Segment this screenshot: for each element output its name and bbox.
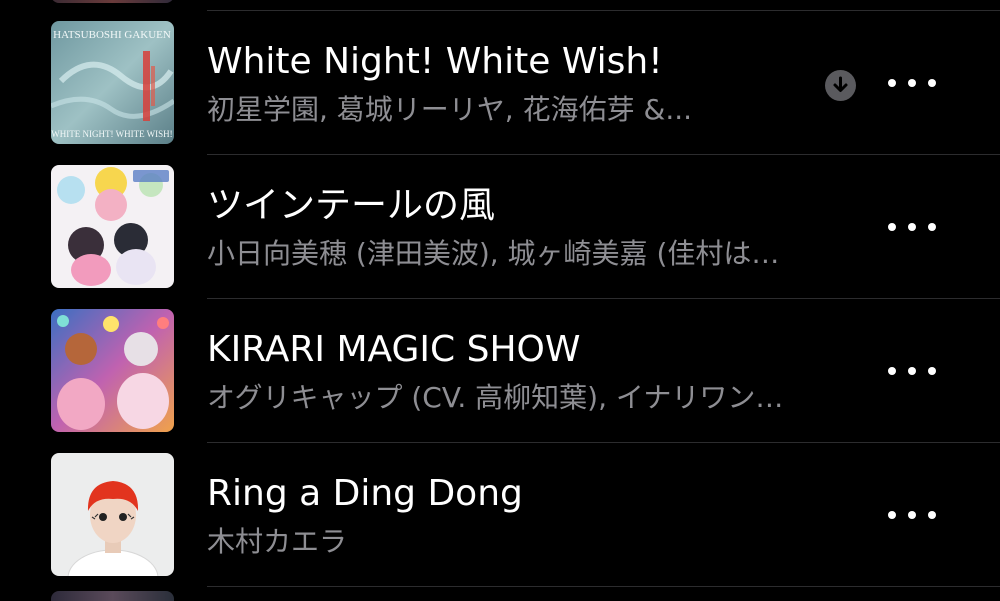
artwork-text-top: HATSUBOSHI GAKUEN (53, 29, 171, 41)
album-cover-kirari (51, 309, 174, 432)
song-title: KIRARI MAGIC SHOW (207, 329, 581, 370)
song-row[interactable]: ツインテールの風 小日向美穂 (津田美波), 城ヶ崎美嘉 (佳村は… (0, 155, 1000, 299)
more-options-button[interactable] (888, 500, 936, 530)
song-artist: 木村カエラ (207, 525, 348, 558)
album-cover-white-night: HATSUBOSHI GAKUEN WHITE NIGHT! WHITE WIS… (51, 21, 174, 144)
song-artist: オグリキャップ (CV. 高柳知葉), イナリワン… (207, 381, 784, 414)
song-list: HATSUBOSHI GAKUEN WHITE NIGHT! WHITE WIS… (0, 0, 1000, 601)
album-artwork[interactable] (51, 453, 174, 576)
album-artwork[interactable] (51, 165, 174, 288)
artwork-text-bottom: WHITE NIGHT! WHITE WISH! (51, 129, 172, 139)
song-artist: 小日向美穂 (津田美波), 城ヶ崎美嘉 (佳村は… (207, 237, 780, 270)
album-cover-ring-a-ding-dong (51, 453, 174, 576)
album-artwork[interactable] (51, 309, 174, 432)
song-title: White Night! White Wish! (207, 41, 663, 82)
song-row[interactable]: Ring a Ding Dong 木村カエラ (0, 443, 1000, 587)
song-row[interactable]: HATSUBOSHI GAKUEN WHITE NIGHT! WHITE WIS… (0, 11, 1000, 155)
song-row[interactable]: KIRARI MAGIC SHOW オグリキャップ (CV. 高柳知葉), イナ… (0, 299, 1000, 443)
ellipsis-icon (888, 223, 896, 231)
next-album-artwork[interactable] (51, 591, 174, 601)
ellipsis-icon (888, 367, 896, 375)
ellipsis-icon (888, 511, 896, 519)
previous-album-artwork[interactable] (51, 0, 174, 3)
song-title: ツインテールの風 (207, 185, 496, 226)
song-title: Ring a Ding Dong (207, 473, 523, 514)
more-options-button[interactable] (888, 356, 936, 386)
album-artwork[interactable]: HATSUBOSHI GAKUEN WHITE NIGHT! WHITE WIS… (51, 21, 174, 144)
album-cover-twintail (51, 165, 174, 288)
more-options-button[interactable] (888, 68, 936, 98)
separator (207, 586, 1000, 587)
song-artist: 初星学園, 葛城リーリヤ, 花海佑芽 &... (207, 93, 693, 126)
download-arrow-icon (825, 70, 856, 101)
ellipsis-icon (888, 79, 896, 87)
more-options-button[interactable] (888, 212, 936, 242)
